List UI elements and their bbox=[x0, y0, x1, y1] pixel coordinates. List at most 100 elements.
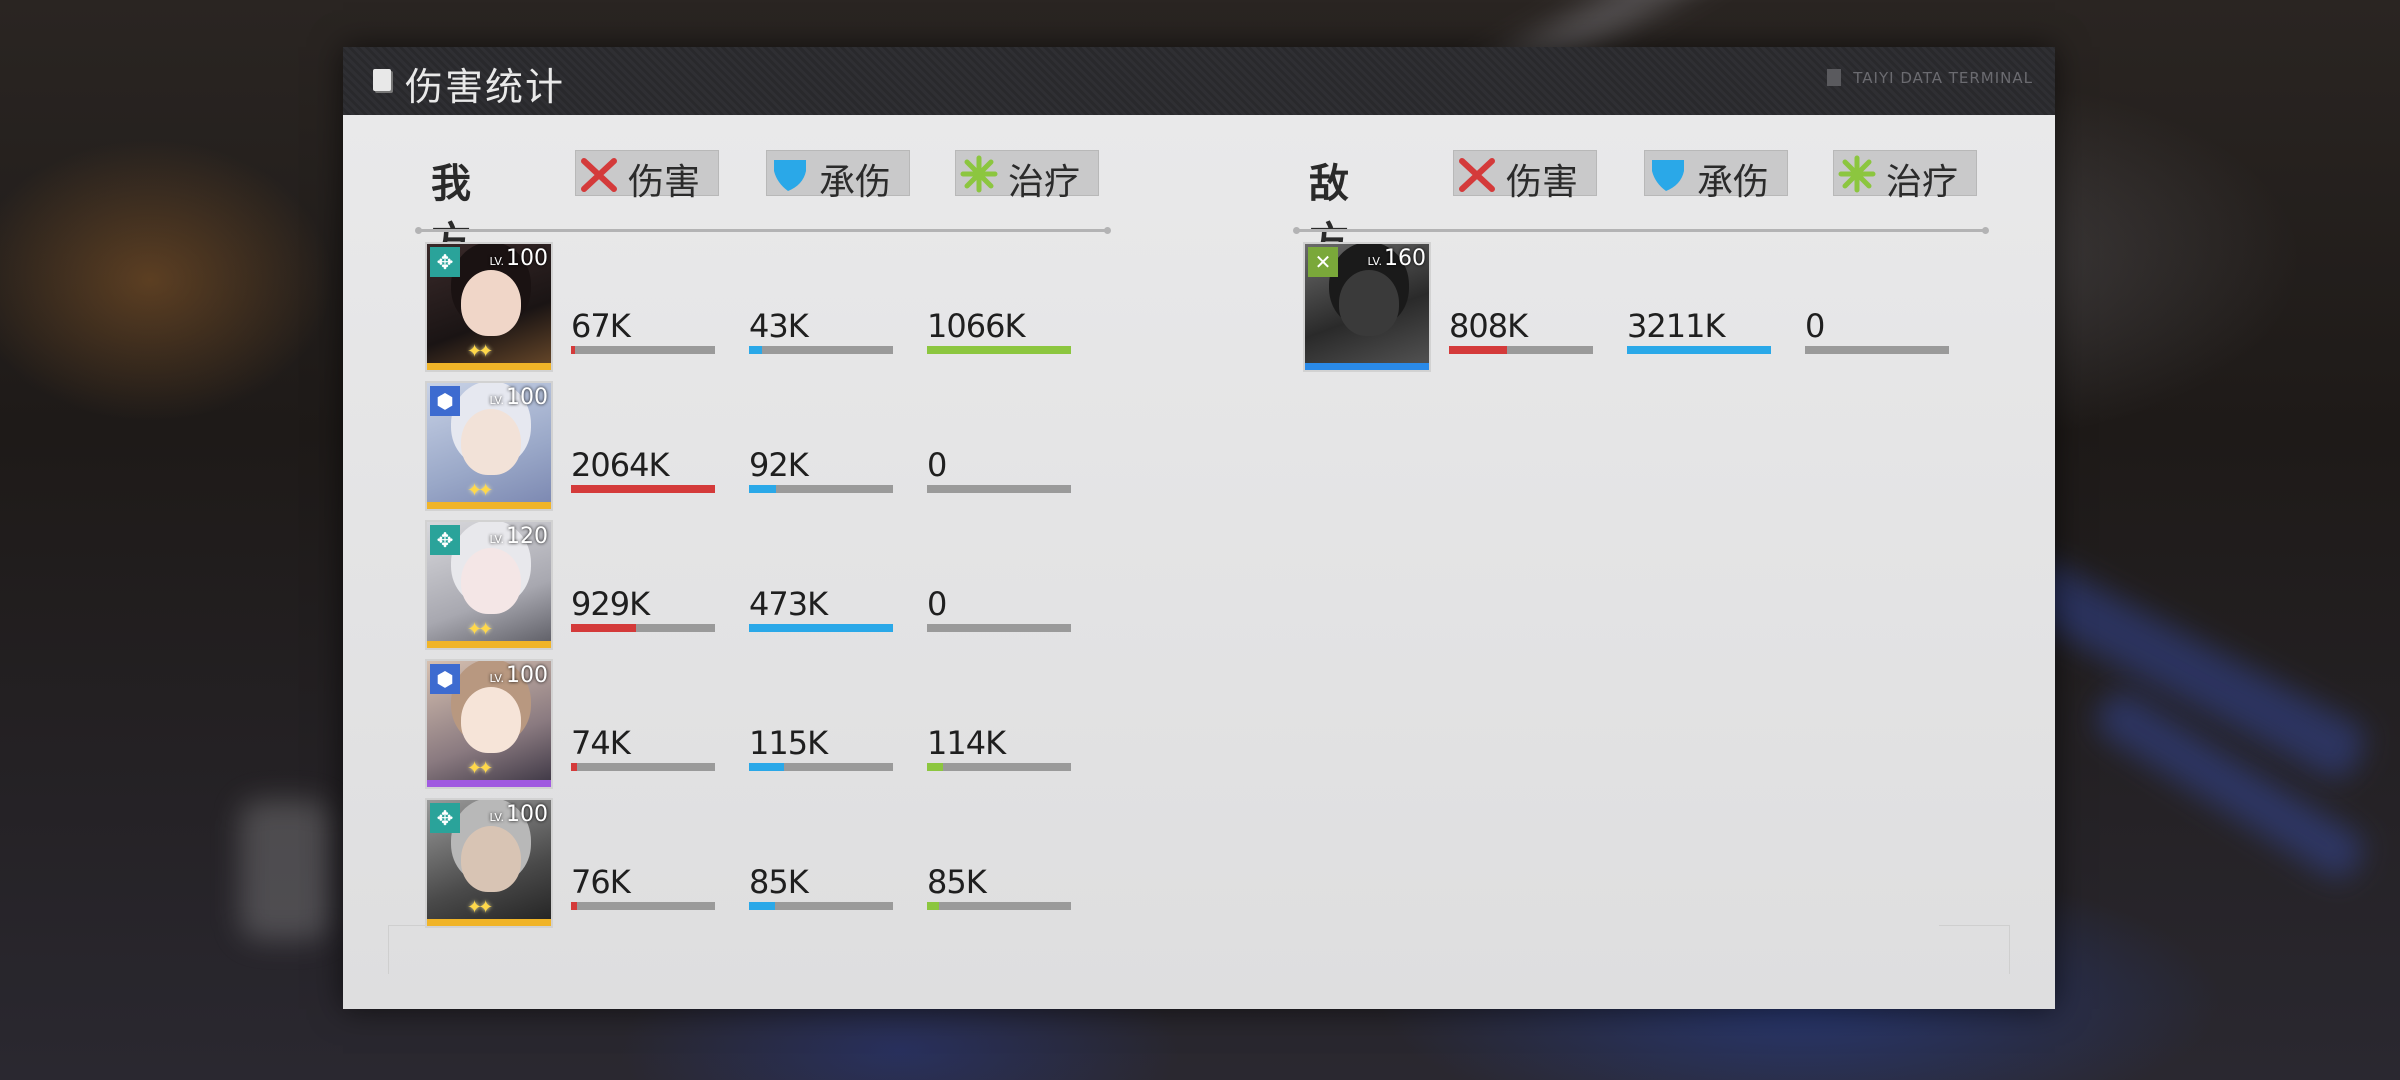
damage-stat: 2064K bbox=[571, 447, 715, 493]
stat-value: 3211K bbox=[1627, 307, 1725, 345]
progress-bar bbox=[571, 763, 715, 771]
enemy-divider bbox=[1293, 227, 1989, 234]
stat-value: 808K bbox=[1449, 307, 1528, 345]
progress-bar bbox=[749, 902, 893, 910]
support-class-icon: ✥ bbox=[430, 525, 460, 555]
support-class-icon: ✥ bbox=[430, 247, 460, 277]
damage-stat: 74K bbox=[571, 725, 715, 771]
tab-damage-taken[interactable]: 承伤 bbox=[1644, 150, 1788, 203]
progress-bar bbox=[749, 485, 893, 493]
progress-bar bbox=[927, 902, 1071, 910]
heal-stat: 85K bbox=[927, 864, 1071, 910]
rarity-star-icon: ✦✦ bbox=[467, 341, 493, 362]
taken-progress-fill bbox=[749, 624, 893, 632]
tab-damage[interactable]: 伤害 bbox=[1453, 150, 1597, 203]
rarity-star-icon: ✦✦ bbox=[467, 480, 493, 501]
ally-divider bbox=[415, 227, 1111, 234]
stat-value: 85K bbox=[927, 863, 987, 901]
stat-value: 85K bbox=[749, 863, 809, 901]
level-label: LV.100 bbox=[489, 663, 548, 688]
damage-progress-fill bbox=[1449, 346, 1507, 354]
progress-bar bbox=[571, 485, 715, 493]
tab-damage[interactable]: 伤害 bbox=[575, 150, 719, 203]
damage-stats-panel: 伤害统计 TAIYI DATA TERMINAL 我方 伤害 承伤 治疗 敌方 … bbox=[343, 47, 2055, 1009]
defender-class-icon: ⬢ bbox=[430, 664, 460, 694]
level-label: LV.100 bbox=[489, 802, 548, 827]
stat-value: 929K bbox=[571, 585, 650, 623]
taken-progress-fill bbox=[749, 485, 777, 493]
taken-stat: 3211K bbox=[1627, 308, 1771, 354]
heal-burst-icon bbox=[960, 155, 998, 193]
taken-stat: 43K bbox=[749, 308, 893, 354]
stat-value: 114K bbox=[927, 724, 1006, 762]
tab-label: 治疗 bbox=[1008, 162, 1081, 203]
tab-label: 伤害 bbox=[1506, 162, 1579, 203]
taken-progress-fill bbox=[749, 346, 762, 354]
title-marker-icon bbox=[373, 69, 391, 91]
damage-progress-fill bbox=[571, 346, 576, 354]
character-portrait[interactable]: ✥ LV.100 ✦✦ bbox=[425, 798, 553, 928]
taken-stat: 115K bbox=[749, 725, 893, 771]
crossed-swords-icon bbox=[1459, 158, 1495, 192]
rarity-star-icon: ✦✦ bbox=[467, 758, 493, 779]
progress-bar bbox=[749, 346, 893, 354]
heal-stat: 0 bbox=[927, 586, 1071, 632]
terminal-label: TAIYI DATA TERMINAL bbox=[1827, 69, 2033, 87]
taken-stat: 473K bbox=[749, 586, 893, 632]
progress-bar bbox=[749, 624, 893, 632]
progress-bar bbox=[571, 902, 715, 910]
support-class-icon: ✥ bbox=[430, 803, 460, 833]
progress-bar bbox=[1805, 346, 1949, 354]
stat-value: 92K bbox=[749, 446, 809, 484]
stat-value: 0 bbox=[927, 446, 947, 484]
taken-stat: 85K bbox=[749, 864, 893, 910]
level-label: LV.100 bbox=[489, 385, 548, 410]
heal-stat: 1066K bbox=[927, 308, 1071, 354]
character-portrait[interactable]: ✥ LV.120 ✦✦ bbox=[425, 520, 553, 650]
boss-class-icon: ✕ bbox=[1308, 247, 1338, 277]
damage-stat: 76K bbox=[571, 864, 715, 910]
panel-header: 伤害统计 TAIYI DATA TERMINAL bbox=[343, 47, 2055, 115]
stat-value: 473K bbox=[749, 585, 828, 623]
character-portrait[interactable]: ⬢ LV.100 ✦✦ bbox=[425, 381, 553, 511]
damage-progress-fill bbox=[571, 763, 577, 771]
level-label: LV.160 bbox=[1367, 246, 1426, 271]
damage-progress-fill bbox=[571, 902, 577, 910]
character-portrait[interactable]: ⬢ LV.100 ✦✦ bbox=[425, 659, 553, 789]
stat-value: 0 bbox=[1805, 307, 1825, 345]
stat-value: 2064K bbox=[571, 446, 669, 484]
taken-stat: 92K bbox=[749, 447, 893, 493]
heal-progress-fill bbox=[927, 346, 1071, 354]
shield-icon bbox=[1652, 160, 1684, 191]
tab-label: 承伤 bbox=[819, 162, 892, 203]
taken-progress-fill bbox=[1627, 346, 1771, 354]
progress-bar bbox=[1627, 346, 1771, 354]
tab-damage-taken[interactable]: 承伤 bbox=[766, 150, 910, 203]
progress-bar bbox=[1449, 346, 1593, 354]
progress-bar bbox=[749, 763, 893, 771]
tab-heal[interactable]: 治疗 bbox=[1833, 150, 1977, 203]
stat-value: 115K bbox=[749, 724, 828, 762]
damage-progress-fill bbox=[571, 624, 636, 632]
character-portrait[interactable]: ✥ LV.100 ✦✦ bbox=[425, 242, 553, 372]
tab-label: 承伤 bbox=[1697, 162, 1770, 203]
panel-title: 伤害统计 bbox=[405, 65, 566, 109]
tab-label: 治疗 bbox=[1886, 162, 1959, 203]
heal-progress-fill bbox=[927, 763, 943, 771]
heal-stat: 0 bbox=[1805, 308, 1949, 354]
crossed-swords-icon bbox=[581, 158, 617, 192]
stat-value: 1066K bbox=[927, 307, 1025, 345]
tab-heal[interactable]: 治疗 bbox=[955, 150, 1099, 203]
progress-bar bbox=[571, 346, 715, 354]
progress-bar bbox=[927, 763, 1071, 771]
document-icon bbox=[1827, 69, 1842, 86]
stat-value: 43K bbox=[749, 307, 809, 345]
shield-icon bbox=[774, 160, 806, 191]
tab-label: 伤害 bbox=[628, 162, 701, 203]
enemy-portrait[interactable]: ✕ LV.160 bbox=[1303, 242, 1431, 372]
progress-bar bbox=[927, 485, 1071, 493]
rarity-star-icon: ✦✦ bbox=[467, 619, 493, 640]
stat-value: 74K bbox=[571, 724, 631, 762]
damage-stat: 808K bbox=[1449, 308, 1593, 354]
damage-stat: 67K bbox=[571, 308, 715, 354]
